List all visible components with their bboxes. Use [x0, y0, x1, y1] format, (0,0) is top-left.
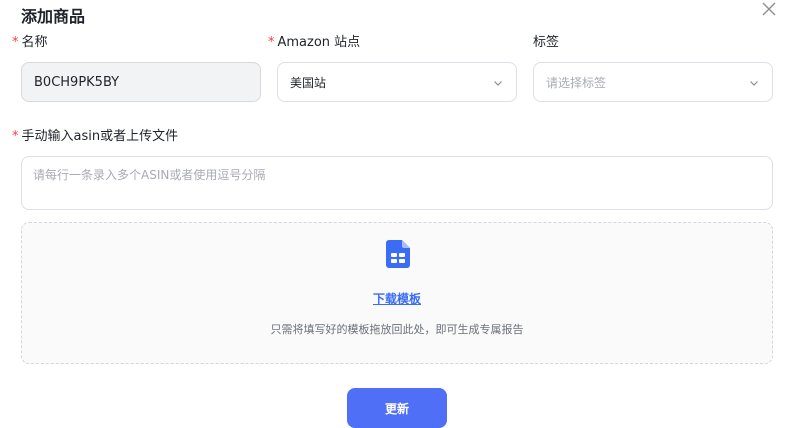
chevron-down-icon	[750, 81, 758, 86]
asin-placeholder: 请每行一条录入多个ASIN或者使用逗号分隔	[33, 168, 266, 182]
tags-label: 标签	[533, 35, 559, 51]
tags-label-text: 标签	[533, 35, 560, 50]
required-mark: *	[12, 35, 19, 50]
upload-hint: 只需将填写好的模板拖放回此处，即可生成专属报告	[270, 323, 524, 336]
chevron-down-icon	[494, 81, 502, 86]
asin-label: * 手动输入asin或者上传文件	[12, 129, 178, 145]
name-input[interactable]: B0CH9PK5BY	[21, 62, 261, 102]
tags-placeholder: 请选择标签	[546, 75, 607, 90]
dialog-title: 添加商品	[21, 7, 86, 26]
asin-label-text: 手动输入asin或者上传文件	[21, 129, 179, 144]
close-icon[interactable]	[760, 0, 778, 18]
site-label: * Amazon 站点	[268, 35, 360, 51]
name-label-text: 名称	[21, 35, 48, 50]
download-template-link[interactable]: 下载模板	[22, 290, 772, 307]
file-template-icon	[386, 240, 410, 268]
site-value: 美国站	[290, 75, 327, 90]
update-button[interactable]: 更新	[347, 388, 447, 428]
asin-textarea[interactable]: 请每行一条录入多个ASIN或者使用逗号分隔	[21, 156, 773, 210]
required-mark: *	[12, 129, 19, 144]
tags-select[interactable]: 请选择标签	[533, 62, 773, 102]
site-label-text: Amazon 站点	[277, 35, 361, 50]
required-mark: *	[268, 35, 275, 50]
upload-dropzone[interactable]: 下载模板 只需将填写好的模板拖放回此处，即可生成专属报告	[21, 222, 773, 364]
name-value: B0CH9PK5BY	[34, 74, 120, 90]
name-label: * 名称	[12, 35, 48, 51]
site-select[interactable]: 美国站	[277, 62, 517, 102]
